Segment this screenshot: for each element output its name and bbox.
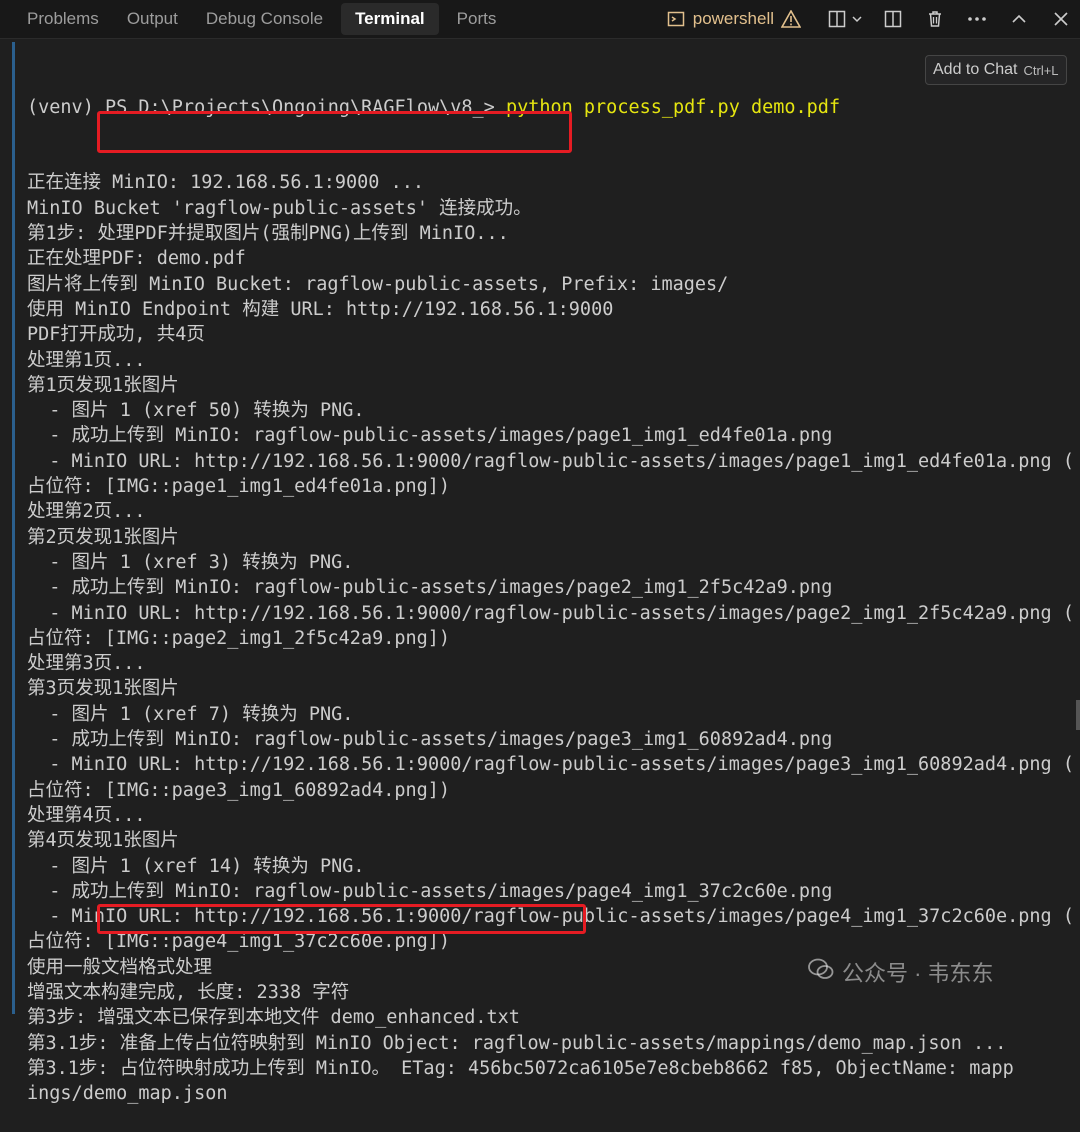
terminal-line: ings/demo_map.json	[27, 1083, 228, 1105]
terminal-line: 处理第4页...	[27, 804, 146, 826]
terminal-line: 第3步: 增强文本已保存到本地文件 demo_enhanced.txt	[27, 1007, 520, 1029]
shell-name: powershell	[692, 9, 774, 28]
close-icon[interactable]	[1050, 8, 1072, 30]
panel-tab-bar: Problems Output Debug Console Terminal P…	[0, 0, 1080, 39]
terminal-line: 处理第1页...	[27, 349, 146, 371]
terminal-line: 第4页发现1张图片	[27, 830, 179, 852]
warning-icon	[780, 8, 802, 30]
terminal-line: 占位符: [IMG::page2_img1_2f5c42a9.png])	[27, 627, 451, 649]
more-icon[interactable]	[966, 8, 988, 30]
terminal-line: - 成功上传到 MinIO: ragflow-public-assets/ima…	[27, 425, 833, 447]
terminal-line: - 成功上传到 MinIO: ragflow-public-assets/ima…	[27, 577, 833, 599]
terminal-line: 第2页发现1张图片	[27, 526, 179, 548]
tab-output[interactable]: Output	[113, 0, 192, 38]
terminal-line: 占位符: [IMG::page1_img1_ed4fe01a.png])	[27, 476, 451, 498]
terminal-line: 图片将上传到 MinIO Bucket: ragflow-public-asse…	[27, 273, 729, 295]
tab-ports[interactable]: Ports	[443, 0, 511, 38]
wechat-icon	[808, 958, 834, 986]
trash-icon[interactable]	[924, 8, 946, 30]
split-icon[interactable]	[826, 8, 848, 30]
terminal-line: - 成功上传到 MinIO: ragflow-public-assets/ima…	[27, 880, 833, 902]
scrollbar-thumb[interactable]	[1076, 700, 1080, 730]
highlight-step3	[97, 904, 586, 934]
terminal-line: 正在处理PDF: demo.pdf	[27, 248, 246, 270]
tab-problems[interactable]: Problems	[13, 0, 113, 38]
terminal-line: MinIO Bucket 'ragflow-public-assets' 连接成…	[27, 197, 532, 219]
tooltip-label: Add to Chat	[933, 61, 1018, 78]
terminal-line: 第3.1步: 占位符映射成功上传到 MinIO。 ETag: 456bc5072…	[27, 1057, 1014, 1079]
terminal-line: - MinIO URL: http://192.168.56.1:9000/ra…	[27, 754, 1074, 776]
watermark: 公众号 · 韦东东	[808, 955, 994, 989]
terminal-line: - 图片 1 (xref 3) 转换为 PNG.	[27, 551, 354, 573]
highlight-step1	[97, 111, 572, 153]
layout-icon[interactable]	[882, 8, 904, 30]
terminal-icon	[665, 8, 687, 30]
terminal-line: 处理第3页...	[27, 653, 146, 675]
terminal-line: - MinIO URL: http://192.168.56.1:9000/ra…	[27, 602, 1074, 624]
terminal-line: - 图片 1 (xref 14) 转换为 PNG.	[27, 855, 365, 877]
terminal-line: 第1页发现1张图片	[27, 374, 179, 396]
tab-debug-console[interactable]: Debug Console	[192, 0, 337, 38]
tooltip-shortcut: Ctrl+L	[1023, 62, 1059, 78]
terminal-line: - 成功上传到 MinIO: ragflow-public-assets/ima…	[27, 729, 833, 751]
terminal-line: - MinIO URL: http://192.168.56.1:9000/ra…	[27, 450, 1074, 472]
terminal-line: - 图片 1 (xref 7) 转换为 PNG.	[27, 703, 354, 725]
tab-terminal[interactable]: Terminal	[341, 3, 439, 35]
terminal-line: 正在连接 MinIO: 192.168.56.1:9000 ...	[27, 172, 425, 194]
terminal-line: PDF打开成功, 共4页	[27, 324, 205, 346]
terminal-gutter-indicator	[12, 42, 15, 1014]
add-to-chat-tooltip[interactable]: Add to Chat Ctrl+L	[925, 55, 1067, 85]
chevron-up-icon[interactable]	[1008, 8, 1030, 30]
terminal-toolbar: powershell	[665, 0, 1080, 38]
terminal-line: 第3.1步: 准备上传占位符映射到 MinIO Object: ragflow-…	[27, 1032, 1007, 1054]
terminal-line: 占位符: [IMG::page3_img1_60892ad4.png])	[27, 779, 451, 801]
terminal-line: 第3页发现1张图片	[27, 678, 179, 700]
terminal-line: 第1步: 处理PDF并提取图片(强制PNG)上传到 MinIO...	[27, 223, 509, 245]
terminal-line: 处理第2页...	[27, 501, 146, 523]
chevron-down-icon[interactable]	[850, 8, 864, 30]
watermark-text: 公众号 · 韦东东	[842, 961, 994, 986]
terminal-line: 使用 MinIO Endpoint 构建 URL: http://192.168…	[27, 298, 614, 320]
shell-selector[interactable]: powershell	[665, 8, 802, 30]
terminal-line: - 图片 1 (xref 50) 转换为 PNG.	[27, 400, 365, 422]
